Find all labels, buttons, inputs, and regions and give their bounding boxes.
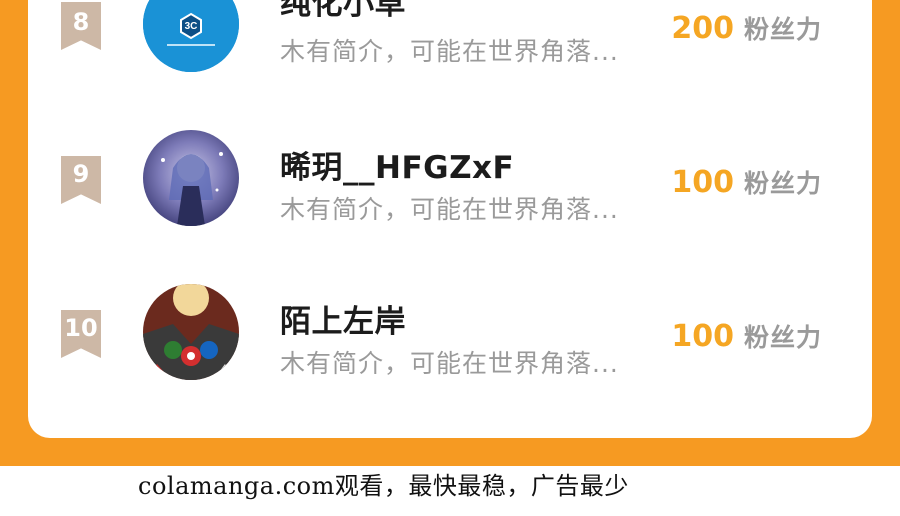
ranking-row-9[interactable]: 9 晞玥__HFGZxF 木有简介，可能在世界角落... 100 粉丝力 bbox=[28, 112, 872, 242]
fan-power-score: 100 粉丝力 bbox=[671, 318, 822, 354]
ranking-row-10[interactable]: 10 陌上左岸 木有简介，可能在世界角落... 100 粉丝力 bbox=[28, 266, 872, 396]
rank-number: 10 bbox=[64, 314, 98, 342]
rank-number: 9 bbox=[72, 160, 90, 188]
score-unit: 粉丝力 bbox=[743, 323, 822, 352]
avatar-anime-group-icon[interactable] bbox=[143, 284, 239, 380]
score-unit: 粉丝力 bbox=[743, 15, 822, 44]
score-number: 100 bbox=[671, 319, 734, 354]
user-description: 木有简介，可能在世界角落... bbox=[280, 195, 619, 224]
fan-power-score: 100 粉丝力 bbox=[671, 164, 822, 200]
user-description: 木有简介，可能在世界角落... bbox=[280, 349, 619, 378]
score-number: 100 bbox=[671, 165, 734, 200]
rank-badge: 10 bbox=[61, 310, 101, 358]
fan-power-score: 200 粉丝力 bbox=[671, 10, 822, 46]
3c-logo-icon: 3C bbox=[143, 0, 239, 72]
anime-group-icon bbox=[143, 284, 239, 380]
anime-girl-icon bbox=[143, 130, 239, 226]
score-number: 200 bbox=[671, 11, 734, 46]
user-name[interactable]: 陌上左岸 bbox=[280, 296, 406, 341]
user-name[interactable]: 晞玥__HFGZxF bbox=[280, 142, 514, 187]
rank-number: 8 bbox=[72, 8, 90, 36]
score-unit: 粉丝力 bbox=[743, 169, 822, 198]
rank-badge: 9 bbox=[61, 156, 101, 204]
avatar-logo-text: 3C bbox=[185, 21, 198, 32]
ranking-row-8[interactable]: 8 3C 纯化小草 木有简介，可能在世界角落... 200 粉丝力 bbox=[28, 0, 872, 90]
avatar-3c-logo-icon[interactable]: 3C bbox=[143, 0, 239, 72]
user-description: 木有简介，可能在世界角落... bbox=[280, 37, 619, 66]
rank-badge: 8 bbox=[61, 2, 101, 50]
site-watermark: colamanga.com观看，最快最稳，广告最少 bbox=[138, 472, 629, 500]
user-name[interactable]: 纯化小草 bbox=[280, 0, 406, 23]
avatar-anime-girl-icon[interactable] bbox=[143, 130, 239, 226]
ranking-card: 8 3C 纯化小草 木有简介，可能在世界角落... 200 粉丝力 9 晞玥__… bbox=[28, 0, 872, 438]
